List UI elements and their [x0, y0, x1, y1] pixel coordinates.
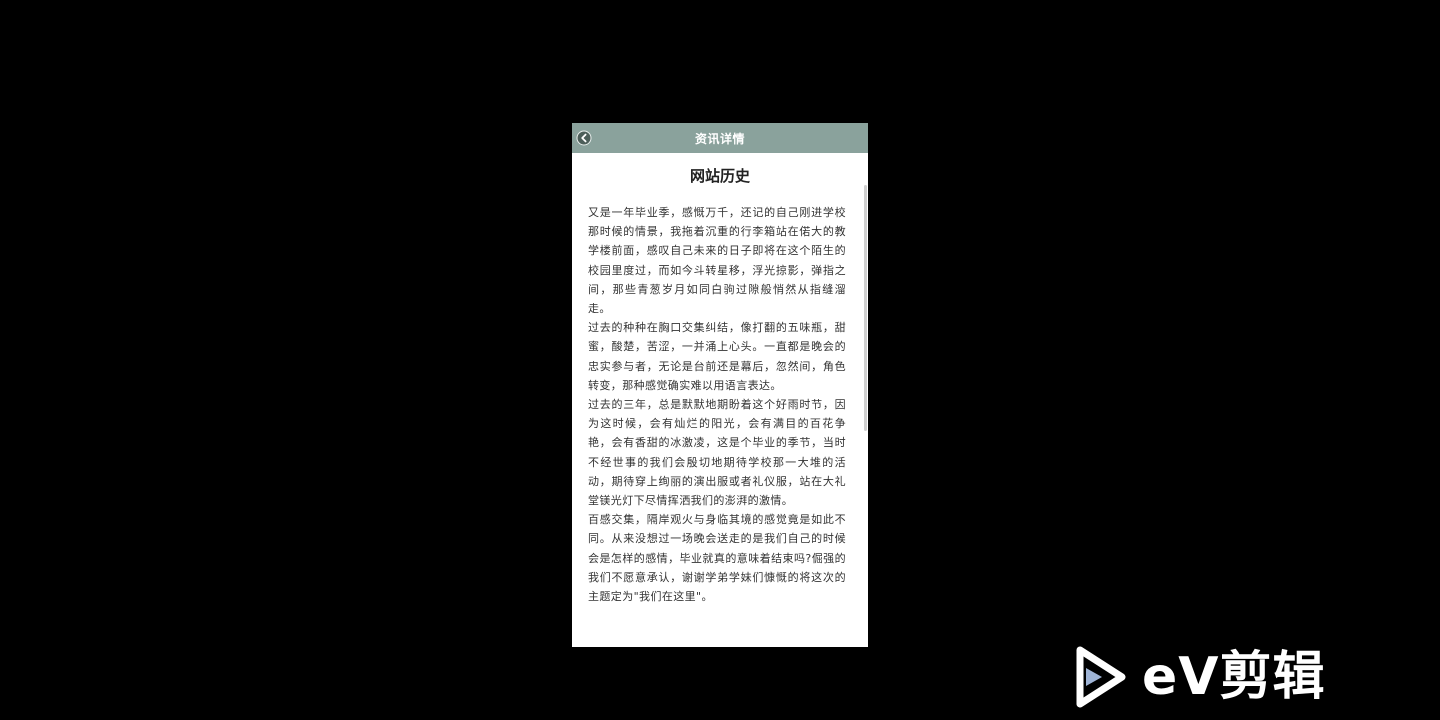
scrollbar[interactable]: [864, 185, 867, 431]
article-content[interactable]: 网站历史 又是一年毕业季，感慨万千，还记的自己刚进学校那时候的情景，我拖着沉重的…: [572, 153, 868, 647]
screen: 资讯详情 网站历史 又是一年毕业季，感慨万千，还记的自己刚进学校那时候的情景，我…: [0, 0, 1440, 720]
article-paragraph: 过去的种种在胸口交集纠结，像打翻的五味瓶，甜蜜，酸楚，苦涩，一并涌上心头。一直都…: [588, 321, 846, 392]
article-paragraph: 又是一年毕业季，感慨万千，还记的自己刚进学校那时候的情景，我拖着沉重的行李箱站在…: [588, 206, 846, 316]
watermark: eV剪辑: [1072, 646, 1326, 708]
article-body: 又是一年毕业季，感慨万千，还记的自己刚进学校那时候的情景，我拖着沉重的行李箱站在…: [572, 203, 868, 606]
article-title: 网站历史: [689, 167, 750, 185]
watermark-text: eV剪辑: [1142, 647, 1326, 707]
ev-play-logo-icon: [1072, 646, 1126, 708]
phone-viewport: 资讯详情 网站历史 又是一年毕业季，感慨万千，还记的自己刚进学校那时候的情景，我…: [572, 123, 868, 647]
article-paragraph: 百感交集，隔岸观火与身临其境的感觉竟是如此不同。从来没想过一场晚会送走的是我们自…: [588, 513, 846, 604]
top-nav-bar: 资讯详情: [572, 123, 868, 153]
back-arrow-icon[interactable]: [576, 130, 592, 146]
article-paragraph: 过去的三年，总是默默地期盼着这个好雨时节，因为这时候，会有灿烂的阳光，会有满目的…: [588, 398, 846, 508]
page-title: 资讯详情: [694, 131, 745, 146]
